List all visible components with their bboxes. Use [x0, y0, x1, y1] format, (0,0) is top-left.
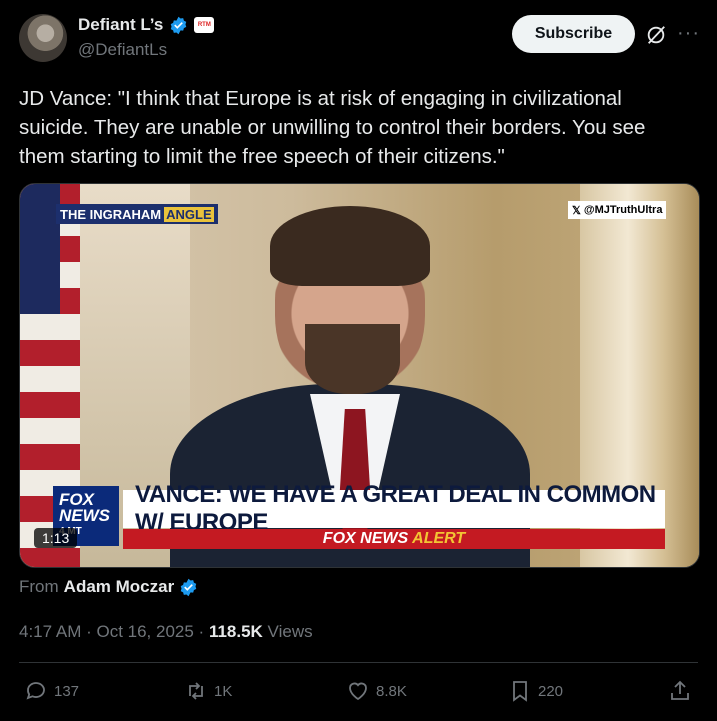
chyron-headline: VANCE: WE HAVE A GREAT DEAL IN COMMON W/…	[123, 481, 665, 536]
author-display-name[interactable]: Defiant L’s	[78, 15, 163, 35]
timestamp[interactable]: 4:17 AM · Oct 16, 2025 ·	[19, 622, 209, 641]
author-name-row: Defiant L’s RTM	[78, 15, 215, 35]
verified-badge-icon	[171, 16, 187, 34]
speaker-hair	[270, 206, 430, 286]
from-label: From	[19, 577, 59, 596]
bookmark-icon	[513, 681, 527, 702]
lower-third: FOX NEWS 4 MT VANCE: WE HAVE A GREAT DEA…	[53, 481, 665, 550]
show-logo: THE INGRAHAM ANGLE	[56, 204, 218, 224]
show-logo-angle: ANGLE	[164, 206, 214, 222]
grok-icon[interactable]	[645, 24, 667, 46]
source-name[interactable]: Adam Moczar	[64, 577, 175, 597]
repost-count: 1K	[214, 682, 233, 700]
reply-icon	[26, 682, 45, 700]
watermark-handle: @MJTruthUltra	[583, 204, 663, 216]
more-options-icon[interactable]: ···	[677, 22, 700, 45]
subscribe-button[interactable]: Subscribe	[512, 15, 635, 53]
reply-count: 137	[54, 682, 80, 700]
x-logo-icon: 𝕏	[572, 204, 581, 217]
affiliate-badge-icon[interactable]: RTM	[194, 17, 215, 33]
repost-button[interactable]: 1K	[184, 679, 232, 703]
like-button[interactable]: 8.8K	[346, 679, 407, 703]
alert-word: ALERT	[412, 530, 466, 547]
bookmark-count: 220	[538, 682, 564, 700]
views-count: 118.5K	[208, 622, 263, 641]
flag-canton	[20, 184, 60, 314]
verified-badge-icon	[180, 578, 197, 596]
fox-news-logo-text: FOX NEWS	[59, 490, 110, 525]
share-button[interactable]	[668, 679, 692, 703]
like-count: 8.8K	[376, 682, 407, 700]
share-icon	[671, 680, 689, 700]
tweet-meta: 4:17 AM · Oct 16, 2025 · 118.5K Views	[19, 622, 313, 642]
author-handle[interactable]: @DefiantLs	[78, 40, 167, 60]
alert-bar: FOX NEWS ALERT	[123, 529, 665, 549]
speaker-beard	[305, 324, 400, 394]
video-source: From Adam Moczar	[19, 577, 198, 597]
heart-icon	[349, 682, 367, 701]
show-logo-title: THE INGRAHAM	[60, 206, 162, 222]
author-avatar[interactable]	[19, 14, 67, 62]
action-bar: 137 1K 8.8K 220	[0, 679, 717, 707]
bookmark-button[interactable]: 220	[508, 679, 563, 703]
divider	[19, 662, 698, 663]
video-duration: 1:13	[34, 528, 78, 548]
tweet-text: JD Vance: "I think that Europe is at ris…	[19, 87, 646, 168]
repost-icon	[189, 682, 203, 700]
video-player[interactable]: THE INGRAHAM ANGLE 𝕏 @MJTruthUltra FOX N…	[19, 183, 700, 568]
views-label: Views	[262, 622, 313, 641]
watermark: 𝕏 @MJTruthUltra	[568, 201, 667, 219]
alert-prefix: FOX NEWS	[322, 530, 409, 547]
reply-button[interactable]: 137	[24, 679, 79, 703]
